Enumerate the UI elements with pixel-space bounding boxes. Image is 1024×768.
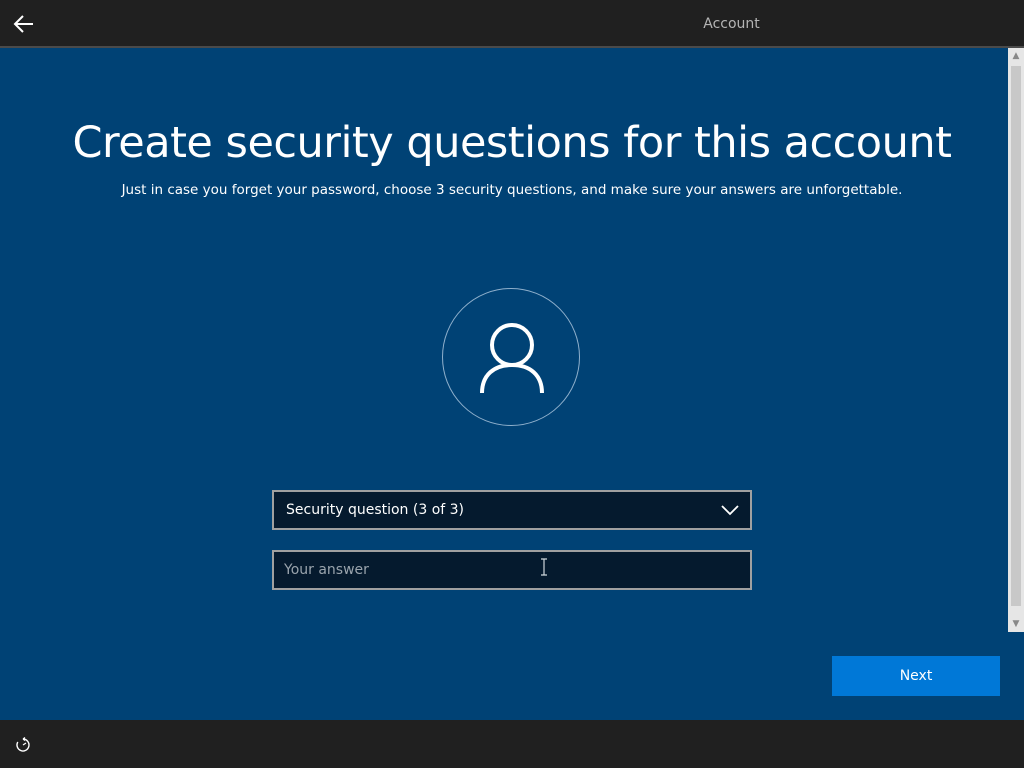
answer-input[interactable]: [272, 550, 752, 590]
security-question-value: Security question (3 of 3): [286, 502, 465, 518]
bottom-bar: [0, 720, 1024, 768]
tab-account[interactable]: Account: [634, 0, 829, 48]
page-subtitle: Just in case you forget your password, c…: [121, 182, 903, 198]
page-title: Create security questions for this accou…: [72, 118, 952, 168]
scroll-up-icon[interactable]: ▲: [1008, 48, 1024, 64]
back-button[interactable]: [8, 8, 40, 40]
ease-of-access-icon[interactable]: [14, 736, 32, 754]
chevron-down-icon: [721, 505, 739, 516]
back-arrow-icon: [13, 15, 33, 33]
next-button[interactable]: Next: [832, 656, 1000, 696]
user-icon: [480, 323, 544, 394]
top-bar: Account: [0, 0, 1024, 48]
tab-account-label: Account: [703, 16, 760, 32]
security-question-dropdown[interactable]: Security question (3 of 3): [272, 490, 752, 530]
avatar: [442, 288, 580, 426]
scroll-down-icon[interactable]: ▼: [1008, 616, 1024, 632]
text-cursor-icon: [541, 558, 547, 576]
